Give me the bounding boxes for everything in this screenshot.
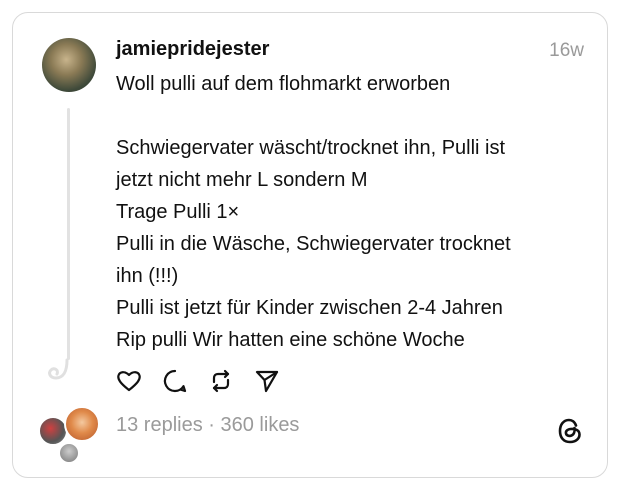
comment-icon bbox=[163, 369, 187, 393]
reply-avatar bbox=[64, 406, 100, 442]
share-icon bbox=[255, 370, 279, 393]
stats-separator: · bbox=[202, 414, 221, 436]
repost-icon bbox=[212, 369, 230, 393]
like-button[interactable] bbox=[116, 368, 142, 394]
username[interactable]: jamiepridejester bbox=[116, 38, 269, 61]
post-text-line: Rip pulli Wir hatten eine schöne Woche bbox=[116, 329, 465, 351]
thread-line bbox=[67, 108, 70, 360]
post-text-line: Trage Pulli 1× bbox=[116, 201, 240, 223]
replies-count-link[interactable]: 13 replies bbox=[116, 414, 203, 436]
reply-avatars[interactable] bbox=[38, 406, 102, 466]
post-text: Woll pulli auf dem flohmarkt erworben Sc… bbox=[116, 68, 586, 356]
post-text-line: jetzt nicht mehr L sondern M bbox=[116, 169, 368, 191]
post-text-line: Pulli in die Wäsche, Schwiegervater troc… bbox=[116, 233, 511, 255]
post-text-line: Pulli ist jetzt für Kinder zwischen 2-4 … bbox=[116, 297, 503, 319]
thread-loop-icon bbox=[46, 358, 72, 387]
heart-icon bbox=[117, 371, 141, 392]
post-text-line bbox=[116, 100, 586, 132]
post-text-line: Woll pulli auf dem flohmarkt erworben bbox=[116, 73, 451, 95]
likes-count-link[interactable]: 360 likes bbox=[221, 414, 300, 436]
post-stats: 13 replies · 360 likes bbox=[116, 414, 299, 437]
threads-logo-icon[interactable] bbox=[556, 416, 584, 446]
post-text-line: ihn (!!!) bbox=[116, 265, 179, 287]
share-button[interactable] bbox=[254, 368, 280, 394]
post-timestamp: 16w bbox=[549, 40, 584, 61]
comment-button[interactable] bbox=[162, 368, 188, 394]
reply-avatar bbox=[58, 442, 80, 464]
repost-button[interactable] bbox=[208, 368, 234, 394]
author-avatar[interactable] bbox=[42, 38, 96, 92]
post-text-line: Schwiegervater wäscht/trocknet ihn, Pull… bbox=[116, 137, 506, 159]
post-actions bbox=[116, 368, 280, 394]
